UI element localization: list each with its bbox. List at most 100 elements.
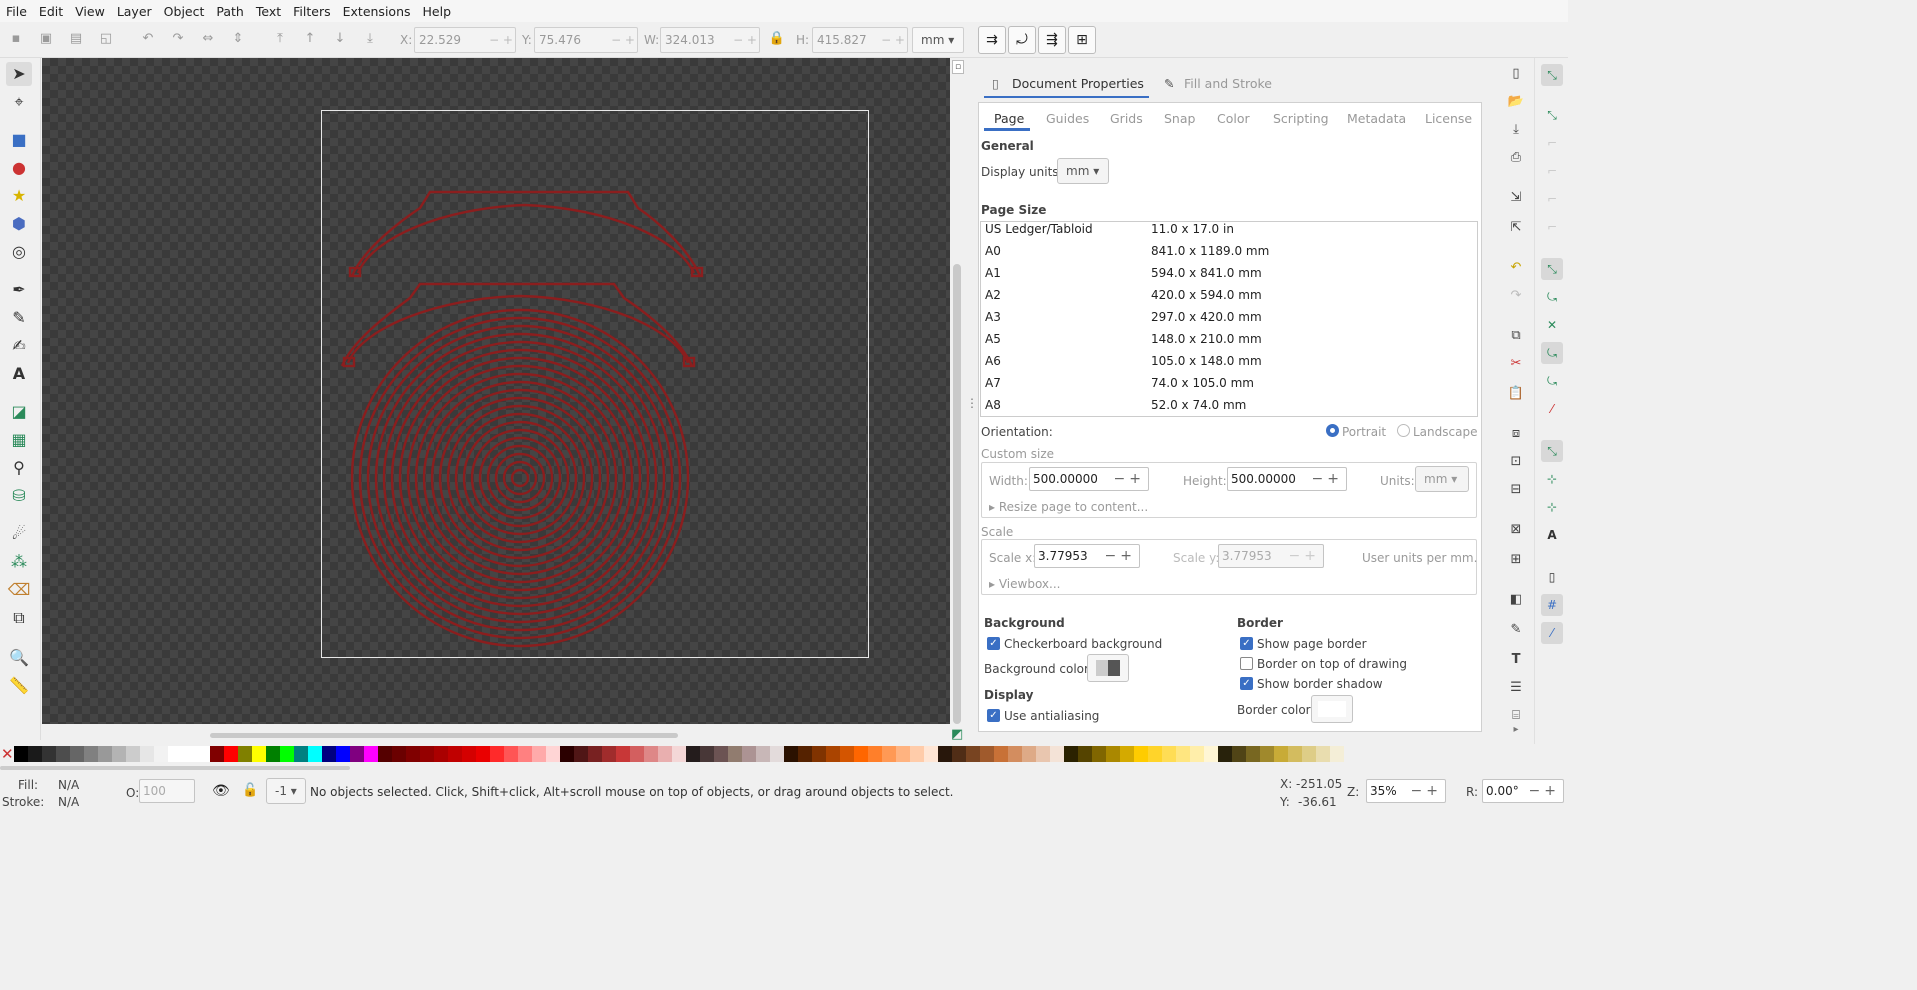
- palette-swatch[interactable]: [252, 746, 266, 762]
- tab-license[interactable]: License: [1425, 111, 1472, 126]
- palette-swatch[interactable]: [266, 746, 280, 762]
- palette-swatch[interactable]: [938, 746, 952, 762]
- palette-swatch[interactable]: [462, 746, 476, 762]
- export-icon[interactable]: ⇱: [1506, 218, 1526, 238]
- snap-bbox-icon[interactable]: ⤡: [1541, 104, 1563, 126]
- import-icon[interactable]: ⇲: [1506, 188, 1526, 208]
- palette-swatch[interactable]: [588, 746, 602, 762]
- landscape-radio[interactable]: [1397, 424, 1410, 437]
- rotate-cw-icon[interactable]: ↷: [169, 30, 187, 48]
- palette-swatch[interactable]: [658, 746, 672, 762]
- menu-path[interactable]: Path: [210, 4, 249, 19]
- color-manage-icon[interactable]: ◩: [951, 727, 963, 742]
- menu-filters[interactable]: Filters: [287, 4, 336, 19]
- menu-object[interactable]: Object: [158, 4, 211, 19]
- palette-swatch[interactable]: [686, 746, 700, 762]
- lower-icon[interactable]: ↓: [331, 30, 349, 48]
- palette-swatch[interactable]: [812, 746, 826, 762]
- palette-swatch[interactable]: [336, 746, 350, 762]
- unlink-clone-icon[interactable]: ⊟: [1506, 480, 1526, 500]
- rectangle-tool-icon[interactable]: ■: [6, 128, 32, 152]
- palette-swatch[interactable]: [56, 746, 70, 762]
- palette-swatch[interactable]: [140, 746, 154, 762]
- snap-grid-icon[interactable]: #: [1541, 594, 1563, 616]
- undo-icon[interactable]: ↶: [1506, 258, 1526, 278]
- palette-swatch[interactable]: [1134, 746, 1148, 762]
- palette-swatch[interactable]: [42, 746, 56, 762]
- horizontal-scroll-thumb[interactable]: [210, 733, 678, 738]
- viewbox-expander[interactable]: ▸ Viewbox...: [989, 577, 1060, 591]
- print-icon[interactable]: ⎙: [1506, 148, 1526, 168]
- calligraphy-tool-icon[interactable]: ✍: [6, 334, 32, 358]
- node-tool-icon[interactable]: ⌖: [6, 90, 32, 114]
- group-icon[interactable]: ⊠: [1506, 520, 1526, 540]
- scale-stroke-icon[interactable]: ⇉: [978, 26, 1006, 54]
- gradient-tool-icon[interactable]: ◪: [6, 400, 32, 424]
- palette-swatch[interactable]: [448, 746, 462, 762]
- tweak-tool-icon[interactable]: ☄: [6, 522, 32, 546]
- eraser-tool-icon[interactable]: ⌫: [6, 578, 32, 602]
- tab-guides[interactable]: Guides: [1046, 111, 1089, 126]
- palette-swatch[interactable]: [714, 746, 728, 762]
- fill-stroke-dialog-icon[interactable]: ◧: [1506, 590, 1526, 610]
- x-field[interactable]: 22.529− +: [414, 27, 516, 53]
- palette-swatch[interactable]: [112, 746, 126, 762]
- tab-color[interactable]: Color: [1217, 111, 1250, 126]
- palette-swatch[interactable]: [798, 746, 812, 762]
- cut-icon[interactable]: ✂: [1506, 354, 1526, 374]
- measure-tool-icon[interactable]: 📏: [6, 674, 32, 698]
- palette-swatch[interactable]: [784, 746, 798, 762]
- resize-expander[interactable]: ▸ Resize page to content...: [989, 500, 1148, 514]
- palette-swatch[interactable]: [28, 746, 42, 762]
- connector-tool-icon[interactable]: ⧉: [6, 606, 32, 630]
- move-patterns-icon[interactable]: ⊞: [1068, 26, 1096, 54]
- scale-corners-icon[interactable]: ⤾: [1008, 26, 1036, 54]
- 3d-box-tool-icon[interactable]: ⬢: [6, 212, 32, 236]
- vertical-scroll-thumb[interactable]: [953, 264, 961, 724]
- raise-icon[interactable]: ↑: [301, 30, 319, 48]
- palette-swatch[interactable]: [1302, 746, 1316, 762]
- palette-swatch[interactable]: [560, 746, 574, 762]
- page-size-row[interactable]: A3: [985, 310, 1001, 324]
- y-field[interactable]: 75.476− +: [534, 27, 638, 53]
- palette-swatch[interactable]: [1190, 746, 1204, 762]
- snap-others-icon[interactable]: ⤡: [1541, 440, 1563, 462]
- zoom-tool-icon[interactable]: 🔍: [6, 646, 32, 670]
- opacity-input[interactable]: 100: [139, 779, 195, 803]
- palette-swatch[interactable]: [1204, 746, 1218, 762]
- show-border-checkbox[interactable]: ✓: [1240, 637, 1253, 650]
- copy-icon[interactable]: ⧉: [1506, 326, 1526, 346]
- snap-intersections-icon[interactable]: ✕: [1541, 314, 1563, 336]
- lock-ratio-icon[interactable]: 🔒: [768, 30, 786, 48]
- palette-swatch[interactable]: [224, 746, 238, 762]
- border-color-button[interactable]: [1311, 695, 1353, 723]
- snap-nodes-icon[interactable]: ⤡: [1541, 258, 1563, 280]
- page-size-row[interactable]: A7: [985, 376, 1001, 390]
- page-size-row[interactable]: US Ledger/Tabloid: [985, 222, 1093, 236]
- palette-swatch[interactable]: [1022, 746, 1036, 762]
- clone-icon[interactable]: ⊡: [1506, 452, 1526, 472]
- layer-visibility-icon[interactable]: 👁: [212, 783, 230, 799]
- palette-swatch[interactable]: [672, 746, 686, 762]
- display-units-dropdown[interactable]: mm ▾: [1057, 158, 1109, 184]
- h-field[interactable]: 415.827− +: [812, 27, 908, 53]
- raise-to-top-icon[interactable]: ⤒: [271, 30, 289, 48]
- palette-swatch[interactable]: [392, 746, 406, 762]
- selector-tool-icon[interactable]: ➤: [6, 62, 32, 86]
- background-color-button[interactable]: [1087, 654, 1129, 682]
- pen-tool-icon[interactable]: ✒: [6, 278, 32, 302]
- palette-swatch[interactable]: [1050, 746, 1064, 762]
- palette-swatch[interactable]: [1106, 746, 1120, 762]
- w-field[interactable]: 324.013− +: [660, 27, 760, 53]
- spiral-tool-icon[interactable]: ◎: [6, 240, 32, 264]
- rotate-ccw-icon[interactable]: ↶: [139, 30, 157, 48]
- layer-dropdown[interactable]: -1 ▾: [266, 778, 306, 804]
- select-all-layers-icon[interactable]: ▣: [37, 30, 55, 48]
- palette-swatch[interactable]: [126, 746, 140, 762]
- snap-guides-icon[interactable]: ⁄: [1541, 622, 1563, 644]
- palette-swatch[interactable]: [1330, 746, 1344, 762]
- palette-swatch[interactable]: [840, 746, 854, 762]
- palette-swatch[interactable]: [1246, 746, 1260, 762]
- palette-swatch[interactable]: [434, 746, 448, 762]
- snap-paths-icon[interactable]: ⤿: [1541, 286, 1563, 308]
